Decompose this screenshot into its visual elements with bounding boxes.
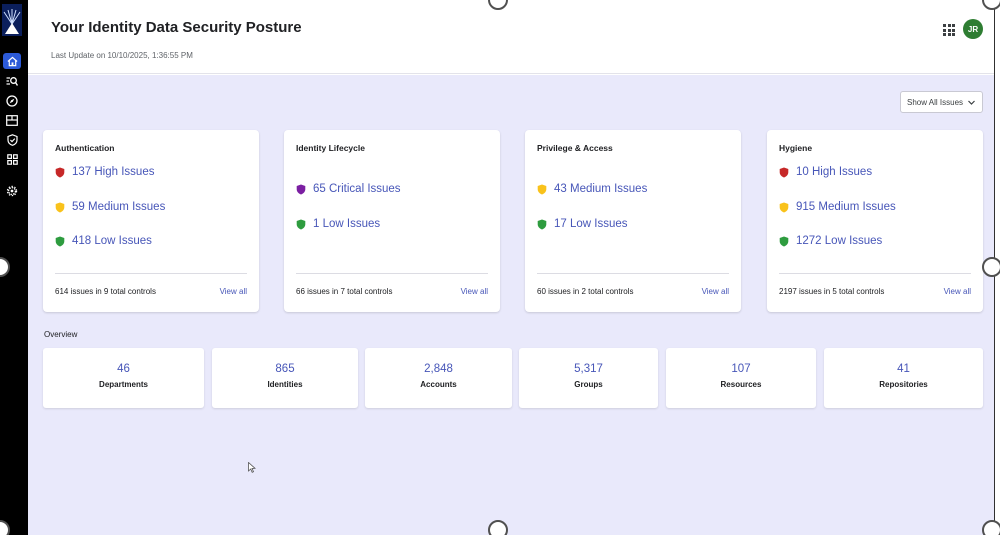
home-icon — [7, 56, 17, 66]
card-divider — [537, 273, 729, 274]
issue-link-high[interactable]: 137 High Issues — [55, 166, 154, 178]
stat-label: Groups — [574, 380, 603, 389]
overview-heading: Overview — [44, 330, 78, 339]
sidebar-item-search[interactable] — [3, 73, 21, 89]
view-all-link[interactable]: View all — [220, 287, 247, 296]
chevron-down-icon — [968, 100, 975, 105]
user-avatar[interactable]: JR — [963, 19, 983, 39]
card-privilege-access: Privilege & Access 43 Medium Issues 17 L… — [525, 130, 741, 312]
stat-label: Accounts — [420, 380, 457, 389]
stat-departments[interactable]: 46 Departments — [43, 348, 204, 408]
issues-filter-dropdown[interactable]: Show All Issues — [900, 91, 983, 113]
search-list-icon — [6, 76, 18, 86]
issue-link-high[interactable]: 10 High Issues — [779, 166, 872, 178]
page-title: Your Identity Data Security Posture — [51, 19, 302, 36]
view-all-link[interactable]: View all — [944, 287, 971, 296]
stat-identities[interactable]: 865 Identities — [212, 348, 358, 408]
sidebar-item-security[interactable] — [3, 132, 21, 148]
sidebar-item-home[interactable] — [3, 53, 21, 69]
shield-low-icon — [537, 219, 547, 229]
view-all-link[interactable]: View all — [702, 287, 729, 296]
issues-filter-label: Show All Issues — [907, 97, 964, 107]
issue-link-low[interactable]: 1272 Low Issues — [779, 235, 882, 247]
card-summary: 2197 issues in 5 total controls — [779, 287, 885, 296]
shield-low-icon — [779, 236, 789, 246]
shield-medium-icon — [537, 184, 547, 194]
stat-label: Resources — [720, 380, 762, 389]
shield-medium-icon — [55, 202, 65, 212]
sidebar-item-explore[interactable] — [3, 93, 21, 109]
stat-value: 5,317 — [574, 363, 603, 375]
card-authentication: Authentication 137 High Issues 59 Medium… — [43, 130, 259, 312]
grid-icon — [6, 153, 18, 165]
card-summary: 60 issues in 2 total controls — [537, 287, 634, 296]
last-update-text: Last Update on 10/10/2025, 1:36:55 PM — [51, 51, 193, 60]
resize-handle-right[interactable] — [982, 257, 1000, 277]
issue-link-low[interactable]: 1 Low Issues — [296, 218, 380, 230]
card-divider — [779, 273, 971, 274]
resize-handle-bottom[interactable] — [488, 520, 508, 535]
shield-medium-icon — [779, 202, 789, 212]
card-hygiene: Hygiene 10 High Issues 915 Medium Issues… — [767, 130, 983, 312]
card-divider — [55, 273, 247, 274]
apps-grid-icon[interactable] — [943, 24, 955, 36]
shield-low-icon — [55, 236, 65, 246]
stat-groups[interactable]: 5,317 Groups — [519, 348, 658, 408]
card-identity-lifecycle: Identity Lifecycle 65 Critical Issues 1 … — [284, 130, 500, 312]
issue-link-medium[interactable]: 915 Medium Issues — [779, 201, 896, 213]
view-all-link[interactable]: View all — [461, 287, 488, 296]
card-divider — [296, 273, 488, 274]
shield-high-icon — [55, 167, 65, 177]
stat-value: 865 — [275, 363, 295, 375]
app-logo[interactable] — [2, 4, 22, 36]
stat-value: 107 — [731, 363, 751, 375]
mouse-cursor-icon — [248, 462, 256, 473]
issue-link-medium[interactable]: 43 Medium Issues — [537, 183, 647, 195]
stat-accounts[interactable]: 2,848 Accounts — [365, 348, 512, 408]
stat-label: Departments — [99, 380, 148, 389]
page-header: Your Identity Data Security Posture Last… — [28, 0, 994, 74]
dashboard-icon — [6, 114, 18, 126]
shield-critical-icon — [296, 184, 306, 194]
card-title: Authentication — [55, 143, 115, 153]
shield-high-icon — [779, 167, 789, 177]
card-summary: 66 issues in 7 total controls — [296, 287, 393, 296]
main-content: Show All Issues Authentication 137 High … — [28, 75, 994, 535]
sidebar-item-dashboard[interactable] — [3, 112, 21, 128]
gear-icon — [6, 185, 18, 197]
stat-label: Repositories — [879, 380, 928, 389]
compass-icon — [6, 95, 18, 107]
stat-value: 41 — [897, 363, 910, 375]
stat-label: Identities — [267, 380, 303, 389]
card-title: Identity Lifecycle — [296, 143, 365, 153]
issue-link-low[interactable]: 17 Low Issues — [537, 218, 628, 230]
stat-value: 2,848 — [424, 363, 453, 375]
card-summary: 614 issues in 9 total controls — [55, 287, 156, 296]
resize-handle-bottom-right[interactable] — [982, 520, 1000, 535]
stat-value: 46 — [117, 363, 130, 375]
sidebar-item-settings[interactable] — [3, 183, 21, 199]
issue-link-low[interactable]: 418 Low Issues — [55, 235, 152, 247]
stat-repositories[interactable]: 41 Repositories — [824, 348, 983, 408]
issue-link-critical[interactable]: 65 Critical Issues — [296, 183, 401, 195]
card-title: Privilege & Access — [537, 143, 613, 153]
issue-link-medium[interactable]: 59 Medium Issues — [55, 201, 165, 213]
shield-low-icon — [296, 219, 306, 229]
sidebar-item-apps[interactable] — [3, 151, 21, 167]
shield-check-icon — [6, 134, 18, 146]
stat-resources[interactable]: 107 Resources — [666, 348, 816, 408]
card-title: Hygiene — [779, 143, 813, 153]
